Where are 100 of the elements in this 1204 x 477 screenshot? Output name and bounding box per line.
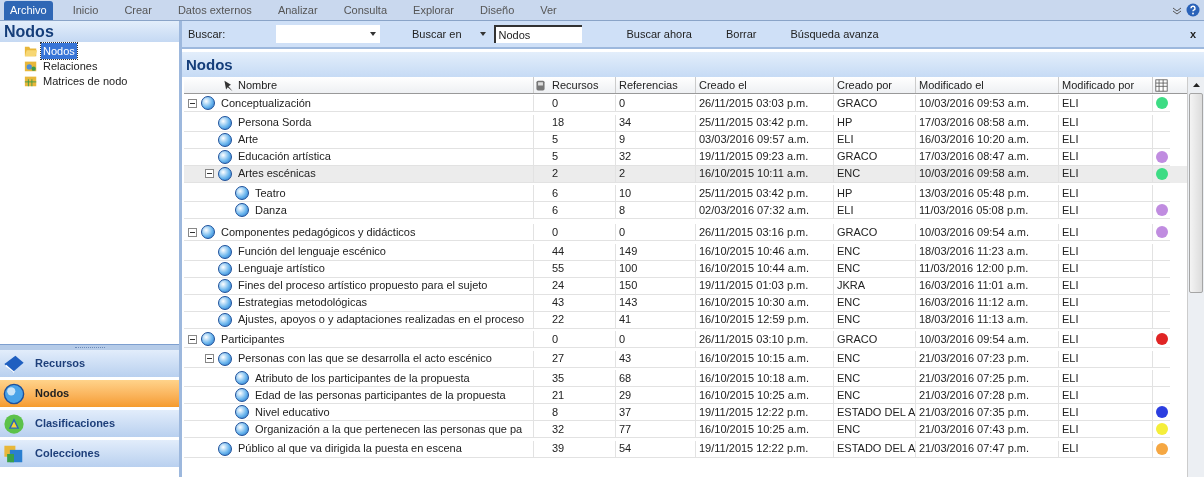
table-cell-text: ELI bbox=[1062, 185, 1079, 201]
table-cell-text: ENC bbox=[837, 244, 861, 260]
table-cell-text: 32 bbox=[619, 149, 632, 165]
search-label: Buscar: bbox=[188, 26, 227, 42]
nav-button[interactable]: Nodos bbox=[0, 380, 179, 407]
column-header[interactable]: Creado el bbox=[696, 77, 834, 93]
table-cell-text: ELI bbox=[1062, 387, 1079, 403]
node-icon bbox=[218, 295, 232, 310]
table-cell-text: 03/03/2016 09:57 a.m. bbox=[699, 132, 810, 148]
dropdown-caret-icon bbox=[370, 32, 376, 36]
table-cell-text: GRACO bbox=[837, 149, 878, 165]
menu-tab[interactable]: Consulta bbox=[337, 1, 394, 20]
column-header[interactable]: Nombre bbox=[184, 77, 534, 93]
table-cell-text: 16/10/2015 10:25 a.m. bbox=[699, 387, 810, 403]
table-cell-text: 25/11/2015 03:42 p.m. bbox=[699, 185, 809, 201]
scrollbar[interactable] bbox=[1187, 77, 1204, 477]
table-cell-text: ELI bbox=[1062, 421, 1079, 437]
table-cell-text: ELI bbox=[1062, 115, 1079, 131]
node-name: Atributo de los participantes de la propuesta bbox=[255, 370, 470, 386]
node-icon bbox=[218, 261, 232, 276]
collapse-toggle[interactable] bbox=[188, 98, 197, 108]
table-cell-text: 8 bbox=[619, 202, 626, 218]
table-cell-text: ENC bbox=[837, 261, 861, 277]
table-cell-text: ELI bbox=[1062, 166, 1079, 182]
column-chooser-icon[interactable] bbox=[1155, 78, 1168, 92]
table-cell-text: 29 bbox=[619, 387, 632, 403]
menu-tab[interactable]: Analizar bbox=[271, 1, 324, 20]
node-name: Lenguaje artístico bbox=[238, 261, 325, 277]
table-cell-text: 16/10/2015 10:25 a.m. bbox=[699, 421, 810, 437]
splitter-handle[interactable] bbox=[0, 344, 179, 350]
table-cell-text: ENC bbox=[837, 166, 861, 182]
help-icon[interactable] bbox=[1186, 3, 1200, 17]
toolbar-button[interactable]: Buscar ahora bbox=[626, 25, 692, 43]
menu-tab[interactable]: Inicio bbox=[66, 1, 105, 20]
collapse-toggle[interactable] bbox=[188, 227, 197, 237]
table-cell-text: 19/11/2015 09:23 a.m. bbox=[699, 149, 809, 165]
table-cell-text: 150 bbox=[619, 278, 638, 294]
node-name: Arte bbox=[238, 132, 259, 148]
table-cell-text: ELI bbox=[1062, 370, 1079, 386]
table-cell-text: 10/03/2016 09:54 a.m. bbox=[919, 331, 1030, 347]
menu-tab[interactable]: Crear bbox=[118, 1, 158, 20]
table-cell-text: 5 bbox=[552, 149, 559, 165]
tree-item[interactable]: Matrices de nodo bbox=[41, 72, 130, 90]
table-cell-text: 21/03/2016 07:28 p.m. bbox=[919, 387, 1030, 403]
close-button[interactable]: x bbox=[1189, 25, 1196, 43]
nav-button[interactable]: Recursos bbox=[0, 350, 179, 377]
tree-item[interactable]: Nodos bbox=[41, 42, 77, 60]
table-cell-text: 54 bbox=[619, 441, 632, 457]
node-icon bbox=[235, 405, 249, 419]
collapse-toggle[interactable] bbox=[205, 169, 214, 178]
tree-item[interactable]: Relaciones bbox=[41, 57, 100, 75]
table-cell-text: 16/10/2015 10:46 a.m. bbox=[699, 244, 810, 260]
menu-tab[interactable]: Ver bbox=[534, 1, 563, 20]
table-cell-text: 16/03/2016 11:12 a.m. bbox=[919, 295, 1029, 311]
dropdown-caret-icon[interactable] bbox=[479, 32, 486, 36]
table-cell-text: 18/03/2016 11:13 a.m. bbox=[919, 312, 1029, 328]
toolbar-button[interactable]: Búsqueda avanza bbox=[790, 25, 879, 43]
table-cell-text: 19/11/2015 12:22 p.m. bbox=[699, 441, 809, 457]
table-cell-text: 6 bbox=[552, 185, 559, 201]
table-cell-text: ELI bbox=[1062, 149, 1079, 165]
table-cell-text: ESTADO DEL A bbox=[837, 404, 916, 420]
node-name: Estrategias metodológicas bbox=[238, 295, 367, 311]
menu-tab[interactable]: Diseño bbox=[474, 1, 521, 20]
table-cell-text: 5 bbox=[552, 132, 559, 148]
table-cell-text: 9 bbox=[619, 132, 626, 148]
column-header[interactable]: Creado por bbox=[834, 77, 916, 93]
table-cell-text: ENC bbox=[837, 370, 861, 386]
column-header[interactable]: Modificado por bbox=[1059, 77, 1153, 93]
menu-tab[interactable]: Explorar bbox=[407, 1, 460, 20]
table-cell-text: 22 bbox=[552, 312, 565, 328]
menu-tab[interactable]: Archivo bbox=[4, 1, 53, 20]
collapse-toggle[interactable] bbox=[205, 354, 214, 363]
table-cell-text: 77 bbox=[619, 421, 632, 437]
chevron-icon[interactable] bbox=[1172, 7, 1182, 15]
node-icon bbox=[218, 351, 232, 366]
column-header[interactable]: Modificado el bbox=[916, 77, 1059, 93]
scroll-thumb[interactable] bbox=[1189, 93, 1203, 293]
table-cell-text: 16/10/2015 10:15 a.m. bbox=[699, 351, 810, 367]
nav-button[interactable]: Clasificaciones bbox=[0, 410, 179, 437]
search-in-field[interactable]: Nodos bbox=[493, 25, 582, 43]
table-cell-text: ENC bbox=[837, 421, 861, 437]
table-cell-text: 13/03/2016 05:48 p.m. bbox=[919, 185, 1030, 201]
column-header[interactable]: Referencias bbox=[616, 77, 696, 93]
table-cell-text: 55 bbox=[552, 261, 565, 277]
node-icon bbox=[235, 371, 249, 385]
nav-button[interactable]: Colecciones bbox=[0, 440, 179, 467]
table-cell-text: 21/03/2016 07:25 p.m. bbox=[919, 370, 1030, 386]
node-name: Danza bbox=[255, 202, 287, 218]
menu-tab[interactable]: Datos externos bbox=[171, 1, 258, 20]
column-header[interactable]: Recursos bbox=[534, 77, 616, 93]
table-cell-text: 16/10/2015 10:18 a.m. bbox=[699, 370, 810, 386]
node-icon bbox=[235, 388, 249, 402]
folder-icon bbox=[24, 74, 38, 88]
node-icon bbox=[218, 312, 232, 327]
table-cell-text: ELI bbox=[1062, 404, 1079, 420]
collapse-toggle[interactable] bbox=[188, 334, 197, 344]
toolbar-button[interactable]: Borrar bbox=[725, 25, 757, 43]
folder-icon bbox=[24, 59, 38, 73]
table-cell-text: ELI bbox=[1062, 441, 1079, 457]
table-cell-text: 21 bbox=[552, 387, 565, 403]
